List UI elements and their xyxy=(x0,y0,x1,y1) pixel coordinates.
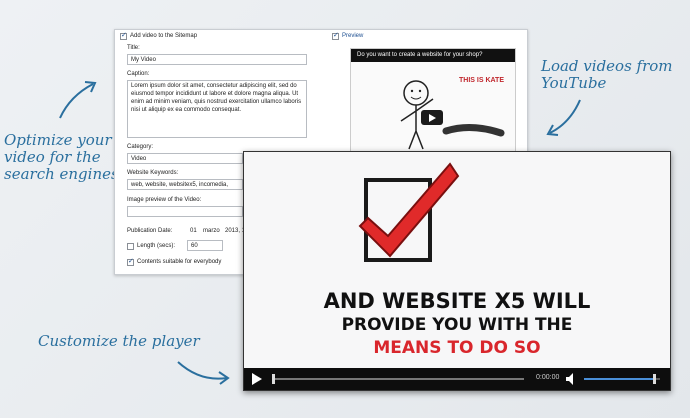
volume-icon[interactable] xyxy=(566,373,578,385)
volume-slider[interactable] xyxy=(584,374,660,384)
play-button-icon[interactable] xyxy=(252,373,262,385)
seek-bar[interactable] xyxy=(272,374,524,384)
image-preview-field[interactable] xyxy=(127,206,243,217)
seo-arrow-icon xyxy=(59,81,97,119)
time-display: 0:00:00 xyxy=(536,374,560,381)
preview-label: Preview xyxy=(342,33,364,39)
keywords-label: Website Keywords: xyxy=(127,170,179,176)
preview-overlay-text: THIS IS KATE xyxy=(459,77,504,84)
player-line-1: AND WEBSITE X5 WILL xyxy=(323,289,591,313)
youtube-arrow-icon xyxy=(546,99,581,136)
pubdate-month[interactable]: marzo xyxy=(203,228,220,234)
player-annotation: Customize the player xyxy=(38,332,200,350)
title-label: Title: xyxy=(127,45,140,51)
caption-label: Caption: xyxy=(127,71,150,77)
video-player[interactable]: AND WEBSITE X5 WILL PROVIDE YOU WITH THE… xyxy=(243,151,671,391)
keywords-field[interactable]: web, website, websitex5, incomedia, vide… xyxy=(127,179,243,190)
checkmark-illustration xyxy=(358,162,460,262)
player-arrow-icon xyxy=(177,361,230,385)
pubdate-label: Publication Date: xyxy=(127,228,173,234)
add-sitemap-label: Add video to the Sitemap xyxy=(130,33,198,39)
volume-handle[interactable] xyxy=(653,374,657,384)
seo-annotation: Optimize your video for the search engin… xyxy=(4,131,119,183)
add-sitemap-checkbox[interactable] xyxy=(120,31,127,40)
caption-field[interactable]: Lorem ipsum dolor sit amet, consectetur … xyxy=(127,80,307,138)
suitable-checkbox[interactable] xyxy=(127,257,134,266)
player-line-3: MEANS TO DO SO xyxy=(373,338,541,358)
category-select[interactable]: Video xyxy=(127,153,243,164)
length-checkbox[interactable] xyxy=(127,243,134,250)
preview-checkbox[interactable] xyxy=(332,31,339,40)
preview-video-title: Do you want to create a website for your… xyxy=(351,49,515,62)
category-label: Category: xyxy=(127,144,154,150)
youtube-preview[interactable]: Do you want to create a website for your… xyxy=(350,48,516,153)
length-stepper[interactable]: 60 xyxy=(187,240,223,251)
youtube-annotation: Load videos from YouTube xyxy=(541,57,673,92)
player-line-2: PROVIDE YOU WITH THE xyxy=(341,315,573,335)
play-icon[interactable] xyxy=(421,110,443,125)
pubdate-day[interactable]: 01 xyxy=(190,228,197,234)
title-field[interactable]: My Video xyxy=(127,54,307,65)
seek-handle[interactable] xyxy=(272,374,275,384)
image-preview-label: Image preview of the Video: xyxy=(127,197,202,203)
suitable-label: Contents suitable for everybody xyxy=(137,259,222,265)
length-label: Length (secs): xyxy=(137,243,176,249)
player-controls: 0:00:00 xyxy=(244,368,670,390)
